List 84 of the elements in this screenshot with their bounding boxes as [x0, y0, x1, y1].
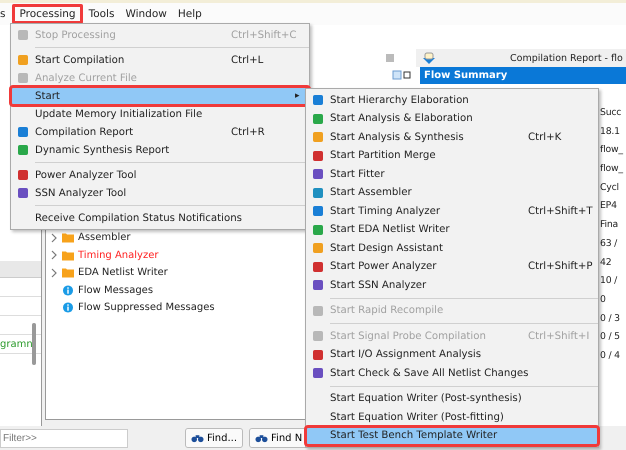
menu-item[interactable]: Dynamic Synthesis Report	[11, 141, 309, 159]
menu-item[interactable]: Power Analyzer Tool	[11, 166, 309, 184]
tool-icon	[312, 242, 324, 254]
table-cell-text: 0 / 5	[600, 331, 621, 344]
menu-item[interactable]: SSN Analyzer Tool	[11, 184, 309, 202]
tool-icon	[17, 187, 29, 199]
tool-icon	[312, 304, 324, 317]
menu-bar-item[interactable]: s	[0, 6, 10, 22]
menu-item[interactable]: Update Memory Initialization File	[11, 105, 309, 123]
table-cell-text: 0 / 4	[600, 350, 621, 363]
menu-item[interactable]: Start Fitter	[306, 165, 598, 184]
scrollbar[interactable]	[32, 323, 36, 365]
tool-icon	[312, 168, 324, 180]
table-cell-text: 0	[600, 294, 607, 307]
table-cell-text: flow_	[600, 163, 624, 176]
info-icon	[62, 284, 74, 296]
tool-icon	[312, 260, 324, 273]
tree-item[interactable]: EDA Netlist Writer	[78, 267, 168, 278]
filter-field[interactable]: Filter>>	[0, 428, 128, 448]
table-cell-text: 63 /	[600, 238, 618, 251]
table-cell-text: Cycl	[600, 182, 620, 195]
menu-item[interactable]: Start ▸	[11, 87, 309, 105]
tool-icon	[312, 348, 324, 361]
menu-item[interactable]: Compilation Report Ctrl+R	[11, 123, 309, 141]
menu-item[interactable]: Start Check & Save All Netlist Changes	[306, 364, 598, 382]
tree-item[interactable]: Assembler	[78, 232, 131, 244]
menu-item[interactable]: Start Analysis & Synthesis Ctrl+K	[306, 128, 598, 146]
menu-item[interactable]: Receive Compilation Status Notifications	[11, 209, 309, 227]
tool-icon	[312, 150, 324, 162]
tool-icon	[17, 144, 29, 156]
menu-item[interactable]: Start Power Analyzer Ctrl+Shift+P	[306, 258, 598, 276]
table-cell-text: 10 /	[600, 275, 618, 288]
folder-icon	[62, 250, 74, 261]
tool-icon	[312, 205, 324, 218]
tree-item[interactable]: Timing Analyzer	[78, 250, 158, 261]
folder-icon	[62, 267, 74, 278]
find-button[interactable]: Find...	[185, 428, 244, 448]
menu-bar-item[interactable]: Help	[172, 6, 207, 22]
tool-icon	[312, 224, 324, 236]
menu-item[interactable]: Start Compilation Ctrl+L	[11, 51, 309, 69]
pin-icon[interactable]	[392, 70, 412, 80]
tree-item[interactable]: Flow Suppressed Messages	[78, 302, 215, 314]
table-cell-text: EP4	[600, 200, 618, 214]
menu-item[interactable]: Start Hierarchy Elaboration	[306, 91, 598, 110]
menu-item[interactable]: Start SSN Analyzer	[306, 276, 598, 294]
menu-item[interactable]: Start Equation Writer (Post-synthesis)	[306, 390, 598, 408]
tree-item[interactable]: Flow Messages	[78, 284, 154, 296]
tool-icon	[17, 72, 29, 84]
menu-item[interactable]: Start Analysis & Elaboration	[306, 110, 598, 128]
tool-icon	[312, 112, 324, 125]
tool-icon	[17, 126, 29, 138]
tool-icon	[312, 131, 324, 144]
tool-icon	[17, 29, 29, 41]
table-cell-text: Succ	[600, 107, 622, 120]
menu-item[interactable]: Start I/O Assignment Analysis	[306, 346, 598, 364]
table-cell-text: 18.1	[600, 126, 621, 139]
report-title: Compilation Report - flo	[510, 52, 623, 64]
tool-icon	[17, 54, 29, 66]
tool-icon	[312, 94, 324, 106]
menu-item[interactable]: Start Assembler	[306, 184, 598, 202]
menu-item[interactable]: Start Partition Merge	[306, 146, 598, 165]
section-header[interactable]: Flow Summary	[420, 67, 626, 84]
binoculars-icon	[191, 433, 204, 443]
tool-icon	[17, 169, 29, 181]
table-cell-text: 0 / 3	[600, 312, 621, 326]
table-cell-text: flow_	[600, 144, 624, 158]
menu-item[interactable]: Start EDA Netlist Writer	[306, 220, 598, 239]
list-text: gramn	[0, 338, 33, 350]
tool-icon	[312, 330, 324, 342]
table-cell-text: 42	[600, 256, 612, 270]
menu-item[interactable]: Start Timing Analyzer Ctrl+Shift+T	[306, 202, 598, 220]
folder-icon	[62, 232, 74, 244]
menu-item[interactable]: Start Design Assistant	[306, 239, 598, 258]
info-icon	[62, 302, 74, 314]
report-icon	[422, 51, 436, 65]
table-cell-text: Fina	[600, 219, 620, 232]
binoculars-icon	[255, 433, 268, 443]
menu-item[interactable]: Start Test Bench Template Writer	[306, 426, 598, 445]
tool-icon	[312, 367, 324, 380]
menu-bar-item[interactable]: Window	[120, 6, 172, 22]
tool-icon	[312, 186, 324, 199]
menu-item[interactable]: Start Equation Writer (Post-fitting)	[306, 408, 598, 426]
menu-bar-item[interactable]: Tools	[84, 6, 120, 22]
tool-icon	[312, 279, 324, 292]
